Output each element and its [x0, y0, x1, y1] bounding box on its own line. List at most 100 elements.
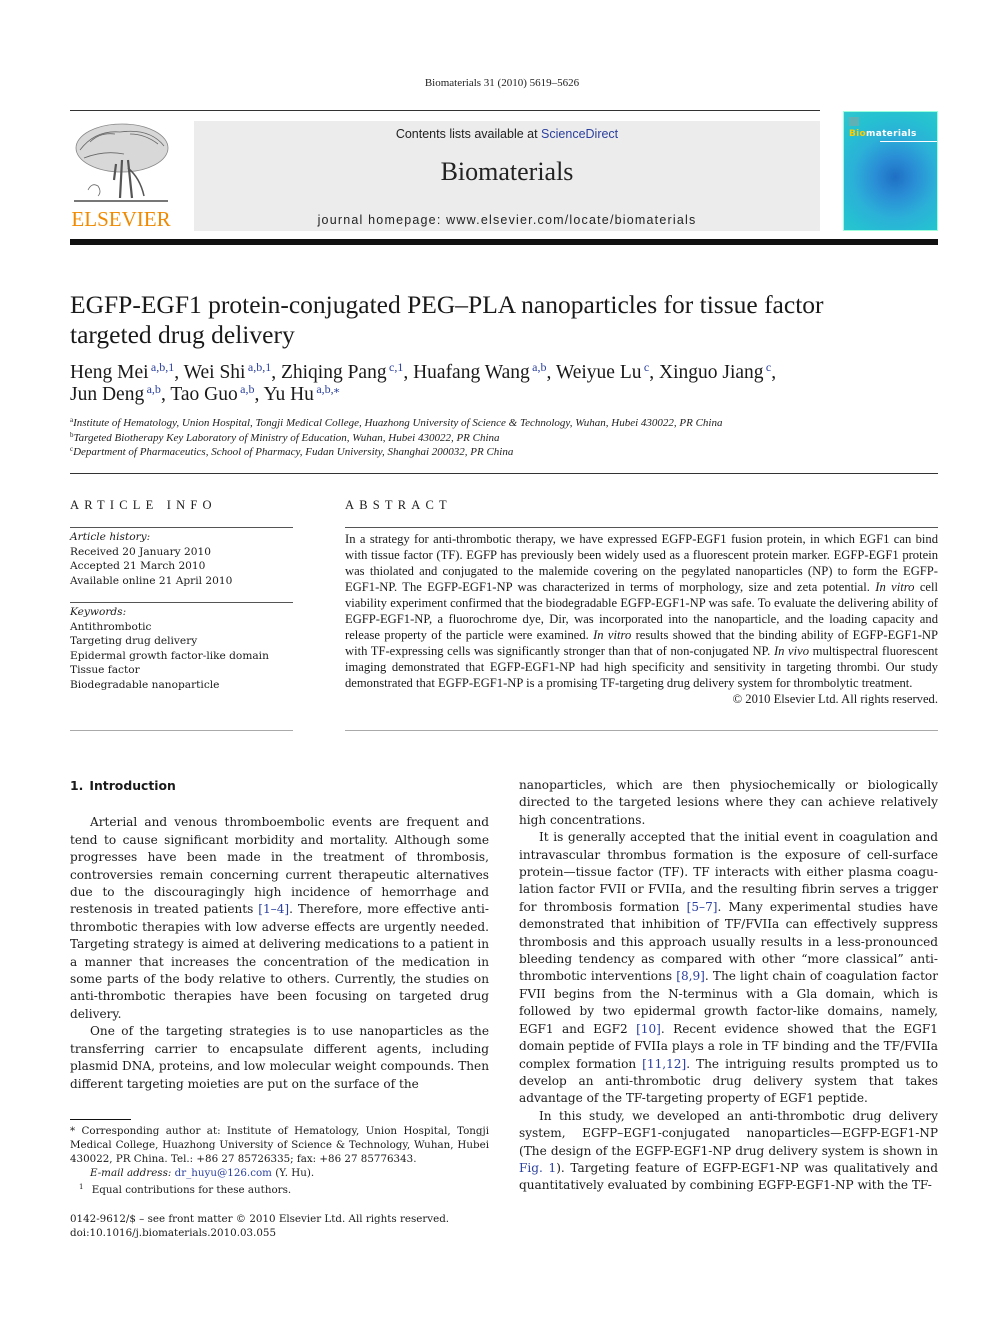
elsevier-tree-icon [74, 123, 169, 202]
body-paragraph: One of the targeting strategies is to us… [70, 1023, 489, 1093]
section-heading: 1. Introduction [70, 777, 489, 794]
author-list: Heng Mei a,b,1, Wei Shi a,b,1, Zhiqing P… [70, 360, 870, 406]
reference-link[interactable]: [1–4] [258, 902, 289, 916]
abstract-heading: ABSTRACT [345, 498, 452, 512]
author-name[interactable]: Tao Guo [170, 384, 237, 405]
corresponding-author-note: * Corresponding author at: Institute of … [70, 1124, 489, 1166]
sciencedirect-link[interactable]: ScienceDirect [541, 127, 618, 141]
text-run: . Therefore, more effective anti-thrombo… [70, 902, 489, 1021]
author-affiliation-marker[interactable]: a,b,1 [149, 360, 174, 374]
italic-text: In vivo [773, 644, 810, 658]
email-link[interactable]: dr_huyu@126.com [175, 1167, 272, 1179]
keyword: Epidermal growth factor-like domain [70, 649, 269, 662]
header-thick-divider [70, 239, 938, 245]
keyword: Targeting drug delivery [70, 635, 198, 647]
journal-cover-image[interactable]: Biomaterials [843, 111, 938, 231]
cover-logo-icon [849, 117, 859, 126]
affiliation-text: Institute of Hematology, Union Hospital,… [73, 417, 723, 429]
author-separator: , [546, 362, 556, 383]
author-name[interactable]: Heng Mei [70, 362, 149, 383]
author-name[interactable]: Huafang Wang [413, 362, 530, 383]
text-run: nanoparticles, which are then physiochem… [519, 778, 938, 827]
body-paragraph: It is generally accepted that the initia… [519, 829, 938, 1108]
author[interactable]: Weiyue Lu c [556, 361, 649, 383]
italic-text: In vitro [875, 580, 915, 594]
top-divider [70, 110, 820, 111]
author[interactable]: Tao Guo a,b [170, 382, 254, 405]
author-affiliation-marker[interactable]: a,b [144, 382, 161, 396]
author[interactable]: Yu Hu a,b,⁎ [264, 382, 340, 405]
author-name[interactable]: Weiyue Lu [556, 362, 642, 383]
author-name[interactable]: Xinguo Jiang [659, 362, 764, 383]
keywords-label: Keywords: [70, 606, 127, 618]
keyword: Antithrombotic [70, 620, 152, 633]
author-name[interactable]: Jun Deng [70, 384, 144, 405]
article-info-panel: ARTICLE INFO Article history: Received 2… [70, 498, 293, 692]
author[interactable]: Huafang Wang a,b [413, 360, 546, 383]
author[interactable]: Xinguo Jiang c [659, 361, 771, 383]
article-title: EGFP-EGF1 protein-conjugated PEG–PLA nan… [70, 290, 824, 349]
author-name[interactable]: Zhiqing Pang [281, 362, 387, 383]
author-separator: , [271, 362, 281, 383]
author-affiliation-marker[interactable]: a,b,1 [245, 360, 271, 374]
author-name[interactable]: Wei Shi [184, 362, 246, 383]
author-affiliation-marker[interactable]: a,b [238, 382, 254, 396]
article-info-heading: ARTICLE INFO [70, 498, 217, 512]
history-online: Available online 21 April 2010 [70, 574, 233, 587]
author-affiliation-marker[interactable]: a,b,⁎ [314, 382, 339, 396]
journal-citation: Biomaterials 31 (2010) 5619–5626 [424, 77, 580, 89]
affiliation: aInstitute of Hematology, Union Hospital… [70, 416, 870, 431]
reference-link[interactable]: [10] [636, 1022, 661, 1036]
author-separator: , [649, 362, 659, 383]
keyword: Biodegradable nanoparticle [70, 678, 220, 691]
article-info-bottom-divider [70, 730, 293, 731]
affiliation: cDepartment of Pharmaceutics, School of … [70, 445, 870, 460]
journal-homepage-link[interactable]: journal homepage: www.elsevier.com/locat… [194, 213, 820, 227]
author[interactable]: Heng Mei a,b,1 [70, 360, 174, 383]
author-affiliation-marker[interactable]: a,b [530, 360, 546, 374]
author[interactable]: Zhiqing Pang c,1 [281, 360, 403, 383]
corresponding-text: Corresponding author at: Institute of He… [70, 1125, 489, 1165]
title-divider [70, 473, 938, 474]
front-matter: 0142-9612/$ – see front matter © 2010 El… [70, 1212, 489, 1240]
abstract-text: In a strategy for anti-thrombotic therap… [345, 531, 938, 691]
affiliation-text: Targeted Biotherapy Key Laboratory of Mi… [73, 431, 500, 444]
reference-link[interactable]: Fig. 1 [519, 1161, 556, 1175]
section-title: Introduction [89, 778, 176, 793]
text-run: In a strategy for anti-thrombotic therap… [345, 532, 938, 594]
text-run: In this study, we developed an anti-thro… [519, 1108, 938, 1158]
keyword: Tissue factor [70, 664, 140, 676]
email-note: E-mail address: dr_huyu@126.com (Y. Hu). [70, 1166, 489, 1180]
reference-link[interactable]: [11,12] [642, 1057, 686, 1071]
left-paragraphs: Arterial and venous thromboembolic event… [70, 814, 489, 1093]
cover-title: Biomaterials [849, 129, 917, 139]
author-separator: , [174, 362, 184, 383]
affiliation-list: aInstitute of Hematology, Union Hospital… [70, 416, 870, 460]
cover-rule [880, 141, 937, 142]
corresponding-mark: * [70, 1125, 76, 1137]
body-column-left: 1. Introduction Arterial and venous throm… [70, 777, 489, 1093]
author-name[interactable]: Yu Hu [264, 384, 314, 405]
author-separator: , [254, 384, 264, 405]
doi-link[interactable]: doi:10.1016/j.biomaterials.2010.03.055 [70, 1226, 489, 1240]
author[interactable]: Jun Deng a,b [70, 382, 161, 405]
abstract-bottom-divider [345, 730, 938, 731]
text-run: ). Targeting feature of EGFP-EGF1-NP was… [519, 1160, 938, 1193]
email-label: E-mail address: [90, 1167, 172, 1179]
affiliation: bTargeted Biotherapy Key Laboratory of M… [70, 431, 870, 446]
reference-link[interactable]: [5–7] [687, 900, 718, 914]
article-history: Article history: Received 20 January 201… [70, 530, 293, 588]
reference-link[interactable]: [8,9] [676, 969, 705, 983]
email-suffix: (Y. Hu). [271, 1167, 315, 1179]
text-run: One of the targeting strategies is to us… [70, 1024, 489, 1091]
affiliation-text: Department of Pharmaceutics, School of P… [73, 446, 514, 458]
author-affiliation-marker[interactable]: c,1 [387, 360, 403, 374]
contents-line: Contents lists available at ScienceDirec… [194, 127, 820, 141]
author-separator: , [403, 362, 414, 383]
elsevier-logo[interactable]: ELSEVIER [70, 120, 172, 232]
footnote-divider [70, 1119, 131, 1120]
journal-name: Biomaterials [440, 157, 574, 186]
body-paragraph: nanoparticles, which are then physiochem… [519, 777, 938, 829]
author[interactable]: Wei Shi a,b,1 [184, 360, 272, 383]
keywords-divider [70, 602, 293, 603]
